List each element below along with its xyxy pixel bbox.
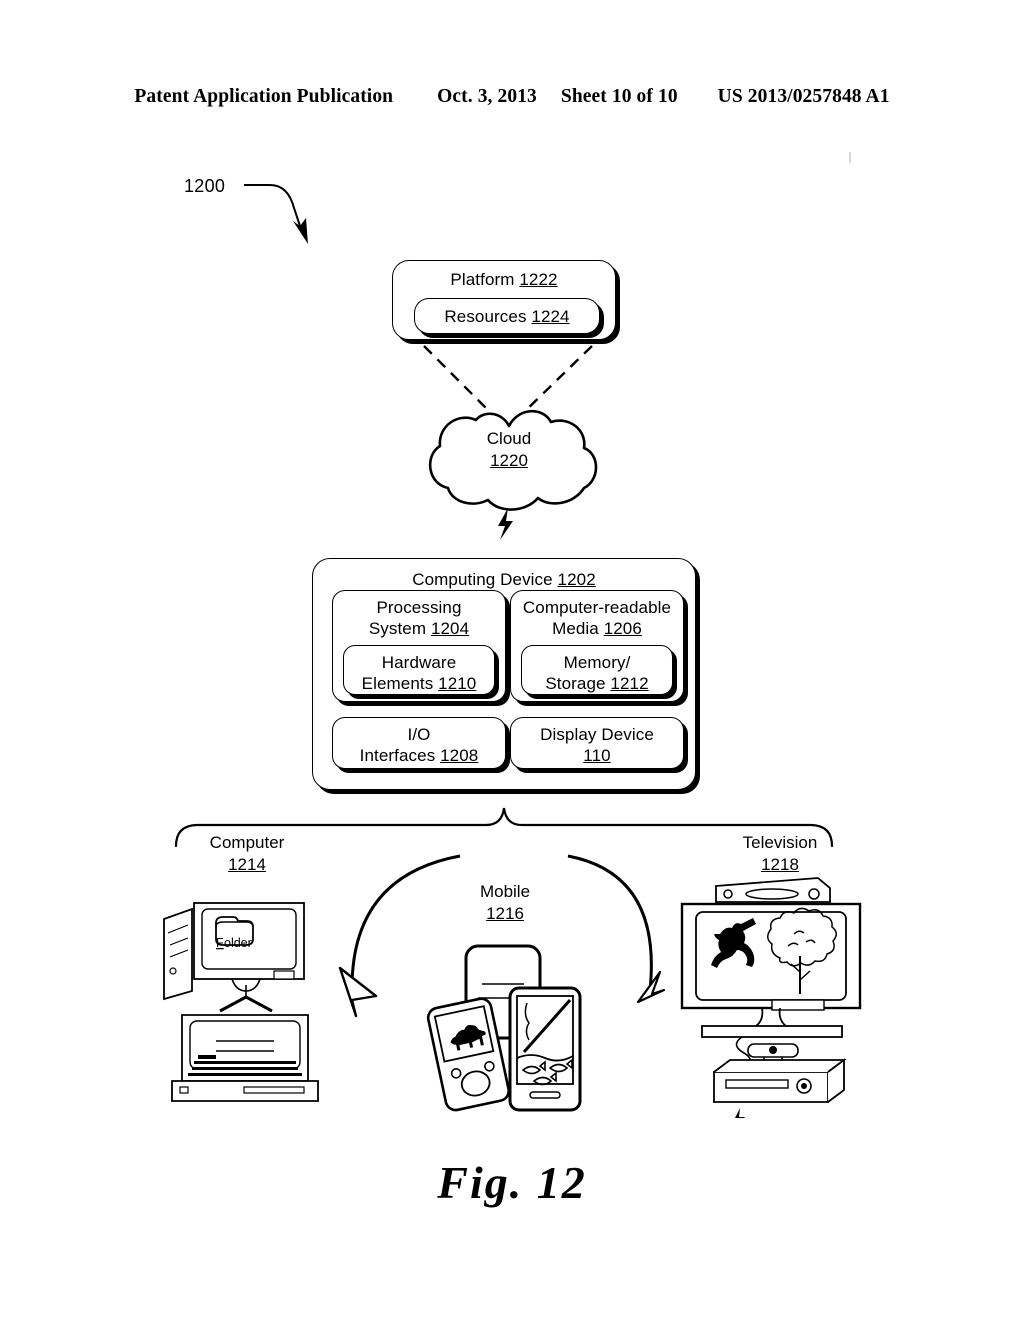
processing-system-ref: 1204 — [430, 619, 470, 638]
computer-label-text: Computer — [209, 833, 285, 852]
resources-box: Resources 1224 — [414, 298, 600, 334]
computing-device-ref: 1202 — [557, 570, 596, 589]
hardware-elements-label: Hardware Elements 1210 — [344, 652, 494, 694]
display-device-ref: 110 — [583, 746, 611, 765]
hardware-elements-line1: Hardware — [381, 653, 457, 672]
memory-storage-box: Memory/ Storage 1212 — [521, 645, 673, 695]
computer-ref: 1214 — [228, 855, 266, 874]
mobile-label: Mobile 1216 — [440, 881, 570, 925]
hardware-elements-line2: Elements — [361, 674, 434, 693]
tv-screen-icon — [680, 902, 862, 1011]
computer-readable-media-label: Computer-readable Media 1206 — [511, 597, 683, 639]
memory-storage-label: Memory/ Storage 1212 — [522, 652, 672, 694]
display-device-line1: Display Device — [540, 725, 654, 744]
figure-callout-1200: 1200 — [184, 176, 226, 196]
computing-device-label: Computing Device 1202 — [313, 569, 695, 590]
platform-ref: 1222 — [519, 270, 558, 289]
cloud-ref: 1220 — [490, 451, 528, 470]
television-label-text: Television — [742, 833, 818, 852]
laptop-icon — [171, 1014, 319, 1102]
scan-artifact — [849, 152, 851, 163]
page-header: Patent Application Publication Oct. 3, 2… — [0, 86, 1024, 108]
resources-ref: 1224 — [531, 307, 570, 326]
crm-line2: Media — [552, 619, 599, 638]
processing-system-label: Processing System 1204 — [333, 597, 505, 639]
controller-signal-bolt-icon — [735, 1108, 745, 1118]
header-patent-number: US 2013/0257848 A1 — [717, 86, 890, 107]
mobile-label-text: Mobile — [479, 882, 531, 901]
crm-ref: 1206 — [603, 619, 642, 638]
processing-system-line1: Processing — [376, 598, 462, 617]
display-device-box: Display Device 110 — [510, 717, 684, 769]
memory-storage-line1: Memory/ — [563, 653, 631, 672]
header-date: Oct. 3, 2013 — [437, 86, 537, 107]
io-interfaces-box: I/O Interfaces 1208 — [332, 717, 506, 769]
computing-device-label-text: Computing Device — [412, 570, 553, 589]
mobile-illustration — [426, 944, 582, 1112]
callout-leader-arrow-icon — [244, 184, 308, 244]
io-interfaces-line1: I/O — [407, 725, 431, 744]
cloud-label: Cloud 1220 — [414, 428, 604, 472]
game-console-icon — [713, 1058, 847, 1103]
tv-camera-bar-icon — [715, 877, 831, 903]
soundbar-icon — [701, 1025, 843, 1038]
header-publication: Patent Application Publication — [134, 86, 394, 107]
header-sheet: Sheet 10 of 10 — [560, 86, 678, 107]
crm-line1: Computer-readable — [522, 598, 672, 617]
io-interfaces-ref: 1208 — [440, 746, 479, 765]
computer-illustration: F older — [163, 902, 319, 1102]
platform-label: Platform 1222 — [393, 269, 615, 290]
hardware-elements-box: Hardware Elements 1210 — [343, 645, 495, 695]
folder-label: F — [216, 936, 224, 950]
platform-label-text: Platform — [450, 270, 515, 289]
memory-storage-ref: 1212 — [610, 674, 649, 693]
processing-system-line2: System — [368, 619, 427, 638]
svg-text:older: older — [224, 936, 252, 950]
memory-storage-line2: Storage — [545, 674, 606, 693]
io-interfaces-line2: Interfaces — [359, 746, 436, 765]
mobile-ref: 1216 — [486, 904, 524, 923]
cloud-label-text: Cloud — [486, 429, 532, 448]
figure-caption: Fig. 12 — [437, 1157, 587, 1208]
io-interfaces-label: I/O Interfaces 1208 — [333, 724, 505, 766]
computer-label: Computer 1214 — [172, 832, 322, 876]
resources-label: Resources 1224 — [415, 306, 599, 327]
display-device-label: Display Device 110 — [511, 724, 683, 766]
television-illustration — [680, 877, 862, 1118]
hardware-elements-ref: 1210 — [438, 674, 477, 693]
resources-label-text: Resources — [444, 307, 527, 326]
phone-icon — [508, 986, 582, 1112]
